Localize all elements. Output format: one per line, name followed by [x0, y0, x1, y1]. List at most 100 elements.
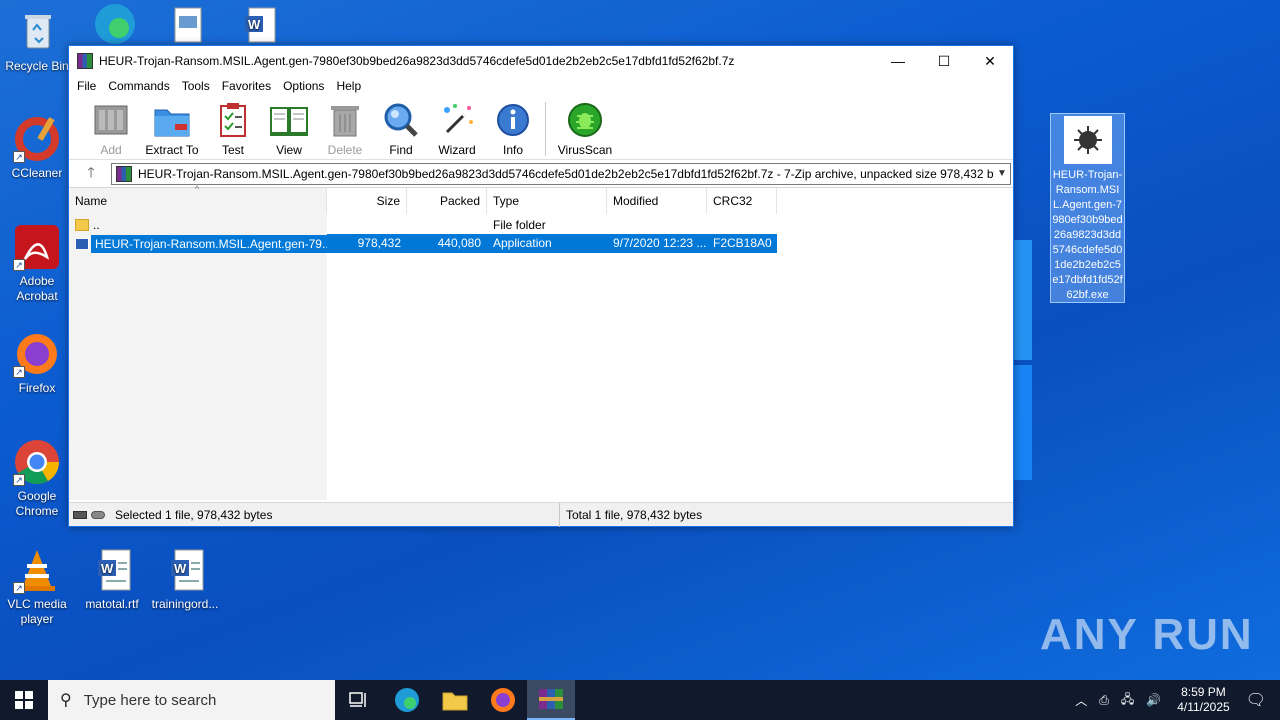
column-header-modified[interactable]: Modified: [607, 188, 707, 214]
clock-time: 8:59 PM: [1181, 685, 1226, 699]
archive-window[interactable]: HEUR-Trojan-Ransom.MSIL.Agent.gen-7980ef…: [68, 45, 1014, 527]
virusscan-button[interactable]: VirusScan: [552, 100, 618, 157]
winrar-app-icon: [77, 53, 93, 69]
status-total: Total 1 file, 978,432 bytes: [559, 502, 1013, 527]
menu-commands[interactable]: Commands: [102, 79, 175, 93]
clock[interactable]: 8:59 PM 4/11/2025: [1177, 685, 1230, 715]
title-bar[interactable]: HEUR-Trojan-Ransom.MSIL.Agent.gen-7980ef…: [69, 46, 1013, 76]
volume-icon[interactable]: 🔊: [1146, 693, 1161, 707]
delete-button-label: Delete: [327, 143, 363, 157]
task-view-icon: [349, 692, 366, 707]
table-row-selected[interactable]: HEUR-Trojan-Ransom.MSIL.Agent.gen-79... …: [69, 234, 777, 253]
desktop-icon-label: Recycle Bin: [5, 59, 69, 73]
delete-icon: [325, 100, 365, 140]
view-button[interactable]: View: [261, 100, 317, 157]
start-button[interactable]: [0, 680, 48, 720]
test-button[interactable]: Test: [205, 100, 261, 157]
row-packed: 440,080: [407, 234, 487, 253]
network-device-icon[interactable]: ⎙: [1099, 693, 1109, 708]
word-doc-icon: W: [88, 546, 136, 594]
status-selected: Selected 1 file, 978,432 bytes: [115, 507, 273, 522]
menu-tools[interactable]: Tools: [176, 79, 216, 93]
window-title: HEUR-Trojan-Ransom.MSIL.Agent.gen-7980ef…: [99, 54, 735, 68]
row-crc: F2CB18A0: [707, 234, 777, 253]
taskbar-edge[interactable]: [383, 680, 431, 720]
key-icon[interactable]: [91, 510, 105, 519]
chevron-up-icon[interactable]: ︿: [1075, 692, 1087, 709]
delete-button[interactable]: Delete: [317, 100, 373, 157]
desktop-icon-label: trainingord...: [151, 597, 219, 611]
word-doc-icon: W: [161, 546, 209, 594]
desktop-icon-label: Firefox: [18, 381, 56, 395]
desktop-icon-label: HEUR-Trojan-Ransom.MSIL.Agent.gen-7980ef…: [1052, 169, 1123, 301]
taskbar: ⚲ Type here to search ︿ ⎙ 🖧 🔊 8:59 PM 4/…: [0, 680, 1280, 720]
desktop-icon-label: Google Chrome: [15, 489, 59, 518]
wizard-icon: [437, 100, 477, 140]
chevron-down-icon[interactable]: ▼: [994, 168, 1010, 179]
network-icon[interactable]: 🖧: [1121, 690, 1134, 711]
extract-to-button[interactable]: Extract To: [139, 100, 205, 157]
menu-favorites[interactable]: Favorites: [216, 79, 277, 93]
windows-logo-icon: [15, 691, 33, 709]
desktop-icon-matotal[interactable]: W matotal.rtf: [77, 546, 147, 612]
chrome-icon: ↗: [13, 438, 61, 486]
info-button[interactable]: Info: [485, 100, 541, 157]
test-button-label: Test: [221, 143, 244, 157]
desktop-icon-label: VLC media player: [7, 597, 67, 626]
test-icon: [213, 100, 253, 140]
close-button[interactable]: ✕: [967, 46, 1013, 76]
maximize-button[interactable]: ☐: [921, 46, 967, 76]
winrar-icon: [539, 689, 563, 709]
adobe-acrobat-icon: ↗: [13, 223, 61, 271]
recycle-bin-icon: [13, 8, 61, 56]
find-icon: [381, 100, 421, 140]
desktop-icon-firefox[interactable]: ↗ Firefox: [2, 330, 72, 396]
drive-icon[interactable]: [73, 510, 87, 519]
column-header-size[interactable]: Size: [327, 188, 407, 214]
desktop-icon-ccleaner[interactable]: ↗ CCleaner: [2, 115, 72, 181]
add-button[interactable]: Add: [83, 100, 139, 157]
menu-options[interactable]: Options: [277, 79, 330, 93]
notifications-icon[interactable]: 🗨: [1246, 690, 1266, 710]
table-row[interactable]: .. File folder: [69, 215, 777, 234]
task-view-button[interactable]: [335, 680, 383, 720]
row-name-cell: ..: [69, 218, 327, 232]
view-button-label: View: [276, 143, 302, 157]
taskbar-search-box[interactable]: ⚲ Type here to search: [48, 680, 335, 720]
desktop-icon-recycle-bin[interactable]: Recycle Bin: [2, 8, 72, 74]
column-header-crc32[interactable]: CRC32: [707, 188, 777, 214]
taskbar-firefox[interactable]: [479, 680, 527, 720]
archive-path-text: HEUR-Trojan-Ransom.MSIL.Agent.gen-7980ef…: [138, 166, 994, 181]
desktop-icon-word-file[interactable]: W: [224, 0, 294, 45]
menu-file[interactable]: File: [71, 79, 102, 93]
column-header-type[interactable]: Type: [487, 188, 607, 214]
menu-bar: File Commands Tools Favorites Options He…: [69, 76, 1013, 96]
desktop-icon-google-chrome[interactable]: ↗ Google Chrome: [2, 438, 72, 519]
file-list[interactable]: ^ Name Size Packed Type Modified CRC32 .…: [69, 184, 1013, 500]
archive-path-field[interactable]: HEUR-Trojan-Ransom.MSIL.Agent.gen-7980ef…: [111, 162, 1011, 185]
add-button-label: Add: [100, 143, 122, 157]
virusscan-button-label: VirusScan: [557, 143, 613, 157]
desktop-icon-edge[interactable]: [80, 0, 150, 45]
wizard-button[interactable]: Wizard: [429, 100, 485, 157]
taskbar-winrar[interactable]: [527, 680, 575, 720]
taskbar-file-explorer[interactable]: [431, 680, 479, 720]
row-name: HEUR-Trojan-Ransom.MSIL.Agent.gen-79...: [91, 234, 327, 253]
desktop-icon-trojan-exe[interactable]: HEUR-Trojan-Ransom.MSIL.Agent.gen-7980ef…: [1050, 113, 1125, 303]
desktop-icon-vlc[interactable]: ↗ VLC media player: [2, 546, 72, 627]
desktop-light-beam: [1012, 365, 1032, 480]
find-button[interactable]: Find: [373, 100, 429, 157]
column-header-name[interactable]: Name: [69, 188, 327, 214]
folder-icon: [75, 218, 89, 231]
up-arrow-icon[interactable]: 🡑: [71, 162, 111, 186]
desktop-icon-image-file[interactable]: [152, 0, 222, 45]
clock-date: 4/11/2025: [1177, 700, 1230, 714]
minimize-button[interactable]: —: [875, 46, 921, 76]
svg-text:W: W: [101, 561, 114, 576]
desktop-icon-adobe-acrobat[interactable]: ↗ Adobe Acrobat: [2, 223, 72, 304]
desktop-icon-trainingord[interactable]: W trainingord...: [150, 546, 220, 612]
menu-help[interactable]: Help: [330, 79, 367, 93]
row-name: ..: [93, 217, 100, 232]
svg-text:W: W: [248, 17, 261, 32]
column-header-packed[interactable]: Packed: [407, 188, 487, 214]
